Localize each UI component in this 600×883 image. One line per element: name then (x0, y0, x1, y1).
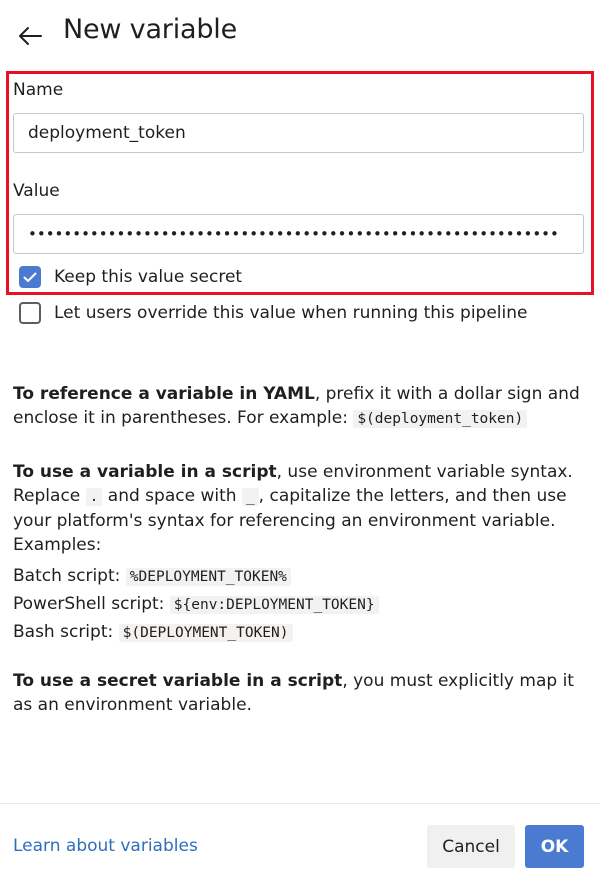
learn-about-variables-link[interactable]: Learn about variables (13, 836, 198, 856)
batch-code: %DEPLOYMENT_TOKEN% (125, 568, 291, 586)
keep-secret-checkbox[interactable] (19, 266, 41, 288)
keep-secret-checkbox-row[interactable]: Keep this value secret (19, 265, 242, 289)
value-input[interactable] (13, 214, 584, 254)
allow-override-label: Let users override this value when runni… (54, 303, 528, 323)
help-secret: To use a secret variable in a script, yo… (13, 669, 588, 717)
help-script-text-2: and space with (102, 486, 242, 506)
back-button[interactable] (12, 18, 48, 54)
page-title: New variable (63, 14, 237, 45)
footer-divider (0, 803, 600, 804)
help-yaml: To reference a variable in YAML, prefix … (13, 382, 588, 431)
help-yaml-heading: To reference a variable in YAML (13, 384, 315, 404)
bash-code: $(DEPLOYMENT_TOKEN) (118, 624, 293, 642)
highlight-annotation (6, 71, 594, 295)
powershell-label: PowerShell script: (13, 594, 170, 614)
ok-button[interactable]: OK (525, 825, 584, 868)
help-script-code-underscore: _ (241, 488, 259, 506)
allow-override-checkbox-row[interactable]: Let users override this value when runni… (19, 301, 527, 325)
panel-header: New variable (0, 0, 600, 70)
help-examples: Batch script: %DEPLOYMENT_TOKEN% PowerSh… (13, 563, 588, 647)
allow-override-checkbox[interactable] (19, 302, 41, 324)
checkmark-icon (23, 272, 37, 282)
value-label: Value (13, 181, 60, 201)
powershell-code: ${env:DEPLOYMENT_TOKEN} (169, 596, 379, 614)
help-secret-heading: To use a secret variable in a script (13, 671, 343, 691)
name-input[interactable] (13, 113, 584, 153)
bash-label: Bash script: (13, 622, 119, 642)
batch-label: Batch script: (13, 566, 126, 586)
arrow-left-icon (19, 27, 42, 45)
keep-secret-label: Keep this value secret (54, 267, 243, 287)
help-script-heading: To use a variable in a script (13, 462, 277, 482)
name-label: Name (13, 80, 64, 100)
help-script-code-dot: . (85, 488, 103, 506)
help-script: To use a variable in a script, use envir… (13, 460, 588, 557)
help-yaml-code: $(deployment_token) (353, 410, 528, 428)
cancel-button[interactable]: Cancel (427, 825, 515, 868)
